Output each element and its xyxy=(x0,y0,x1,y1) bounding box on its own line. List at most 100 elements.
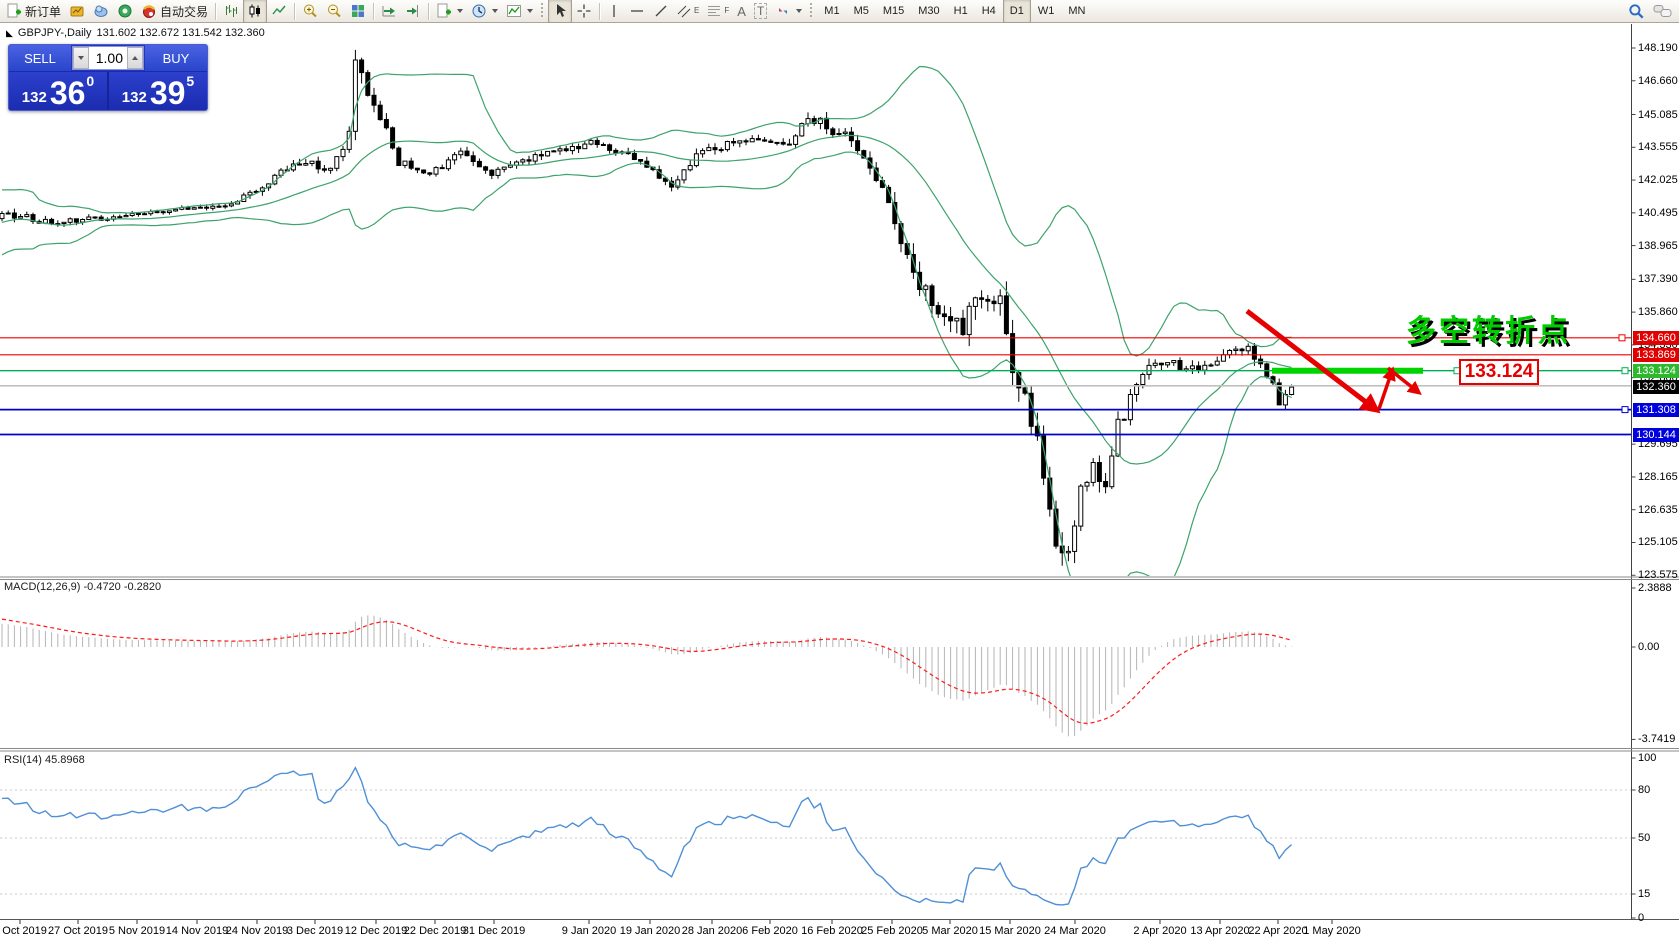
toolbar-separator xyxy=(599,3,600,20)
arrows-tool-button[interactable] xyxy=(771,0,806,23)
price-level-label: 132.360 xyxy=(1633,380,1679,394)
price-level-label: 131.308 xyxy=(1633,403,1679,417)
price-tick-label: 140.495 xyxy=(1638,207,1678,219)
date-label: 22 Apr 2020 xyxy=(1248,925,1307,937)
new-template-button[interactable] xyxy=(432,0,467,23)
chat-button[interactable] xyxy=(1649,0,1677,23)
timeframe-button-H1[interactable]: H1 xyxy=(947,0,975,23)
auto-scroll-button[interactable] xyxy=(377,0,401,23)
buy-button[interactable]: BUY xyxy=(145,45,207,71)
toolbar-grip[interactable] xyxy=(540,3,545,19)
timeframe-button-M1[interactable]: M1 xyxy=(817,0,846,23)
rsi-indicator xyxy=(0,768,1632,905)
dropdown-caret-icon xyxy=(796,9,802,13)
zoom-in-button[interactable] xyxy=(298,0,322,23)
date-label: 13 Apr 2020 xyxy=(1190,925,1249,937)
line-chart-button[interactable] xyxy=(267,0,291,23)
price-chart-svg xyxy=(0,0,1679,944)
price-tick-label: 123.575 xyxy=(1638,569,1678,581)
timeframe-button-M5[interactable]: M5 xyxy=(847,0,876,23)
fibonacci-letter: F xyxy=(724,7,729,15)
volume-decrease-button[interactable] xyxy=(73,47,89,69)
line-handle[interactable] xyxy=(1622,368,1628,374)
symbol-period-label: GBPJPY-,Daily xyxy=(18,27,92,39)
turning-point-annotation[interactable]: 多空转折点 xyxy=(1406,306,1571,350)
chart-shift-button[interactable] xyxy=(401,0,425,23)
timeframe-button-W1[interactable]: W1 xyxy=(1031,0,1062,23)
text-tool-button[interactable]: A xyxy=(733,0,750,23)
volume-stepper: 1.00 xyxy=(72,46,144,70)
sell-button[interactable]: SELL xyxy=(9,45,71,71)
autotrade-button[interactable]: 自动交易 xyxy=(137,0,212,23)
buy-button-label: BUY xyxy=(163,51,190,66)
timeframe-button-M30[interactable]: M30 xyxy=(911,0,946,23)
ohlc-readout: 131.602 132.672 131.542 132.360 xyxy=(96,27,264,39)
volume-input[interactable]: 1.00 xyxy=(89,47,127,69)
dropdown-caret-icon xyxy=(457,9,463,13)
date-label: 19 Jan 2020 xyxy=(620,925,681,937)
price-tick-label: 143.555 xyxy=(1638,141,1678,153)
one-click-trading-panel: SELL 1.00 BUY 132 36 0 132 39 5 xyxy=(8,44,208,111)
volume-increase-button[interactable] xyxy=(127,47,143,69)
volume-up-icon xyxy=(132,56,138,60)
vertical-line-tool-button[interactable] xyxy=(603,0,625,23)
search-button[interactable] xyxy=(1624,0,1649,23)
candlestick-chart-button[interactable] xyxy=(243,0,267,23)
buy-price-display[interactable]: 132 39 5 xyxy=(109,72,207,110)
zoom-out-button[interactable] xyxy=(322,0,346,23)
date-label: 24 Mar 2020 xyxy=(1044,925,1106,937)
macd-scale-label: -3.7419 xyxy=(1638,733,1675,745)
price-tick-label: 137.390 xyxy=(1638,273,1678,285)
sell-price-figure: 132 xyxy=(22,88,47,108)
fibonacci-tool-button[interactable]: F xyxy=(703,0,733,23)
cursor-tool-button[interactable] xyxy=(548,0,572,23)
arrows-tool-icon xyxy=(775,3,791,19)
toolbar-separator xyxy=(294,3,295,20)
navigator-button[interactable] xyxy=(89,0,113,23)
horizontal-line-tool-button[interactable] xyxy=(625,0,649,23)
timeframe-button-M15[interactable]: M15 xyxy=(876,0,911,23)
market-watch-button[interactable] xyxy=(65,0,89,23)
trading-terminal-window: 新订单 自动交易 E F A T xyxy=(0,0,1679,944)
tile-windows-icon xyxy=(350,3,366,19)
timeframe-button-D1[interactable]: D1 xyxy=(1003,0,1031,23)
bar-chart-button[interactable] xyxy=(219,0,243,23)
price-callout-box[interactable]: 133.124 xyxy=(1459,359,1539,385)
rsi-scale-label: 15 xyxy=(1638,888,1650,900)
indicators-button[interactable] xyxy=(502,0,537,23)
timeframe-button-H4[interactable]: H4 xyxy=(975,0,1003,23)
timeframe-button-MN[interactable]: MN xyxy=(1061,0,1092,23)
channel-letter: E xyxy=(694,7,699,15)
tile-windows-button[interactable] xyxy=(346,0,370,23)
price-level-label: 134.660 xyxy=(1633,331,1679,345)
terminal-icon xyxy=(117,3,133,19)
dropdown-caret-icon xyxy=(492,9,498,13)
chat-icon xyxy=(1653,3,1673,19)
date-label: 22 Dec 2019 xyxy=(404,925,466,937)
red-arrow[interactable] xyxy=(1247,311,1375,409)
toolbar-separator xyxy=(373,3,374,20)
text-tool-letter: A xyxy=(737,4,746,19)
date-label: 12 Dec 2019 xyxy=(345,925,407,937)
sell-button-label: SELL xyxy=(24,51,56,66)
cursor-icon xyxy=(552,3,568,19)
line-handle[interactable] xyxy=(1622,407,1628,413)
channel-tool-button[interactable]: E xyxy=(673,0,703,23)
buy-price-pips: 39 xyxy=(150,78,186,108)
line-handle[interactable] xyxy=(1619,335,1625,341)
toolbar-grip[interactable] xyxy=(809,3,814,19)
label-tool-button[interactable]: T xyxy=(750,0,771,23)
red-arrow[interactable] xyxy=(1379,371,1392,409)
sell-price-point: 0 xyxy=(86,72,94,88)
sell-price-display[interactable]: 132 36 0 xyxy=(9,72,109,110)
crosshair-tool-button[interactable] xyxy=(572,0,596,23)
date-label: 1 May 2020 xyxy=(1303,925,1360,937)
macd-readout: MACD(12,26,9) -0.4720 -0.2820 xyxy=(4,581,161,593)
market-watch-icon xyxy=(69,3,85,19)
period-button[interactable] xyxy=(467,0,502,23)
trendline-tool-button[interactable] xyxy=(649,0,673,23)
terminal-button[interactable] xyxy=(113,0,137,23)
new-order-button[interactable]: 新订单 xyxy=(2,0,65,23)
price-tick-label: 148.190 xyxy=(1638,42,1678,54)
zoom-out-icon xyxy=(326,3,342,19)
